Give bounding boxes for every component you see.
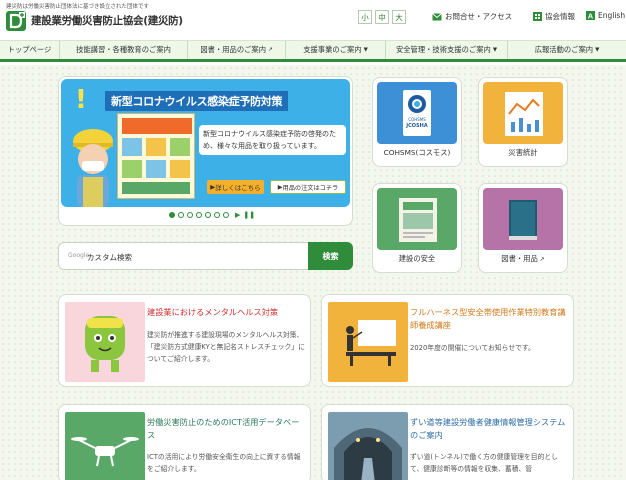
card-tunnel-health[interactable]: ずい道等建設労働者健康情報管理システムのご案内 ずい道(トンネル)で働く方の健康… (321, 404, 574, 480)
slide-title: 新型コロナウイルス感染症予防対策 (105, 91, 289, 111)
card-body: ICTの活用により労働安全衛生の向上に資する情報をご紹介します。 (147, 453, 301, 473)
nav-item-books[interactable]: 図書・用品のご案内 ↗ (188, 41, 286, 59)
english-link-label: English (598, 11, 626, 20)
book-icon (509, 200, 537, 240)
worker-illustration (73, 129, 113, 207)
slider-dot-6[interactable] (214, 212, 220, 218)
slide-text: 新型コロナウイルス感染症予防の啓発のため、様々な用品を取り扱っています。 (199, 125, 346, 155)
nav-item-label: 技能講習・各種教育のご案内 (76, 45, 171, 54)
card-body: 建災防が推進する建設現場のメンタルヘルス対策、「建災防方式健康KYと無記名ストレ… (147, 331, 305, 363)
card-title: フルハーネス型安全帯使用作業特別教育講師養成講座 (410, 307, 566, 330)
association-info-label: 協会情報 (545, 12, 575, 21)
external-link-icon: ↗ (268, 47, 273, 53)
site-logo[interactable] (6, 11, 26, 31)
cohsms-logo-sub: JCOSHA (406, 123, 428, 129)
nav-item-label: トップページ (7, 45, 52, 54)
slide-order-button[interactable]: ▶ 用品の注文はコチラ (270, 180, 346, 194)
building-icon (533, 12, 542, 21)
english-link[interactable]: A English (586, 11, 625, 20)
nav-item-training[interactable]: 技能講習・各種教育のご案内 (60, 41, 188, 59)
slide-covid[interactable]: ! 新型コロナウイルス感染症予防対策 新型コロナウイルス感染症予防の啓発のため、… (61, 79, 350, 207)
slider-dot-3[interactable] (187, 212, 193, 218)
nav-item-label: 支援事業のご案内 (303, 45, 362, 54)
nav-item-support[interactable]: 支援事業のご案内 ▼ (286, 41, 386, 59)
tile-books[interactable]: 図書・用品 ↗ (478, 183, 568, 273)
hero-slider: ! 新型コロナウイルス感染症予防対策 新型コロナウイルス感染症予防の啓発のため、… (58, 76, 353, 226)
slider-pagination: ▶ ❚❚ (169, 211, 255, 219)
language-a-icon: A (586, 11, 595, 20)
exclamation-icon: ! (75, 85, 87, 115)
font-size-switcher: 小 中 大 (358, 10, 406, 24)
books-image (483, 188, 563, 250)
contact-link[interactable]: お問合せ・アクセス (432, 11, 512, 22)
slide-details-button[interactable]: ▶ 詳しくはこちら (207, 180, 264, 194)
tile-label: 建設の安全 (398, 254, 436, 263)
harness-course-image (328, 302, 408, 382)
cohsms-emblem-icon (408, 95, 426, 113)
tunnel-health-image (328, 412, 408, 480)
svg-text:A: A (588, 11, 594, 20)
slider-dot-1[interactable] (169, 212, 175, 218)
cohsms-logo-text: COHSMS (408, 117, 426, 122)
tile-label: 災害統計 (508, 148, 538, 157)
slider-dot-2[interactable] (178, 212, 184, 218)
tile-cohsms[interactable]: COHSMS JCOSHA COHSMS(コスモス) (372, 77, 462, 167)
tunnel-illustration (334, 428, 402, 480)
play-icon[interactable]: ▶ (235, 211, 240, 219)
mail-icon (432, 12, 442, 20)
lecture-illustration (346, 320, 396, 366)
cohsms-image: COHSMS JCOSHA (377, 82, 457, 144)
font-size-medium-button[interactable]: 中 (375, 10, 389, 24)
chevron-down-icon: ▼ (595, 47, 600, 53)
mascot-illustration (85, 316, 125, 372)
custom-search: Google (58, 242, 308, 270)
slide-details-label: 詳しくはこちら (215, 184, 261, 192)
nav-item-label: 広報活動のご案内 (534, 45, 594, 54)
ict-database-image (65, 412, 145, 480)
tile-statistics[interactable]: 災害統計 (478, 77, 568, 167)
tile-label: COHSMS(コスモス) (383, 148, 451, 157)
google-label: Google (68, 252, 90, 259)
chevron-down-icon: ▼ (492, 47, 498, 53)
card-title: 労働災害防止のためのICT活用データベース (147, 417, 300, 440)
mental-health-image (65, 302, 145, 382)
site-name[interactable]: 建設業労働災害防止協会(建災防) (31, 13, 183, 28)
card-title: ずい道等建設労働者健康情報管理システムのご案内 (410, 417, 566, 440)
font-size-small-button[interactable]: 小 (358, 10, 372, 24)
statistics-image (483, 82, 563, 144)
global-nav: トップページ 技能講習・各種教育のご案内 図書・用品のご案内 ↗ 支援事業のご案内… (0, 40, 626, 62)
drone-illustration (71, 437, 139, 467)
slider-dot-4[interactable] (196, 212, 202, 218)
slide-order-label: 用品の注文はコチラ (282, 184, 339, 192)
nav-item-safety[interactable]: 安全管理・技術支援のご案内 ▼ (386, 41, 508, 59)
card-body: ずい道(トンネル)で働く方の健康管理を目的として、健康診断等の情報を収集、蓄積、… (410, 453, 558, 473)
slider-dot-5[interactable] (205, 212, 211, 218)
chart-document-icon (505, 92, 543, 136)
pause-icon[interactable]: ❚❚ (243, 211, 255, 219)
poster-image (117, 113, 195, 199)
nav-item-label: 図書・用品のご案内 (200, 45, 267, 54)
nav-item-label: 安全管理・技術支援のご案内 (395, 45, 491, 54)
chevron-down-icon: ▼ (363, 47, 368, 53)
tile-label: 図書・用品 ↗ (479, 254, 567, 264)
card-harness-course[interactable]: フルハーネス型安全帯使用作業特別教育講師養成講座 2020年度の開催についてお知… (321, 294, 574, 387)
header-note: 建災防は労働災害防止団体法に基づき設立された団体です (6, 4, 150, 10)
slider-dot-7[interactable] (223, 212, 229, 218)
card-body: 2020年度の開催についてお知らせです。 (410, 344, 535, 352)
nav-item-top[interactable]: トップページ (0, 41, 60, 59)
nav-item-pr[interactable]: 広報活動のご案内 ▼ (508, 41, 626, 59)
card-mental-health[interactable]: 建設業におけるメンタルヘルス対策 建災防が推進する建設現場のメンタルヘルス対策、… (58, 294, 311, 387)
search-input[interactable] (87, 248, 297, 266)
tile-construction-safety[interactable]: 建設の安全 (372, 183, 462, 273)
tile-label-text: 図書・用品 (501, 254, 538, 263)
card-ict-database[interactable]: 労働災害防止のためのICT活用データベース ICTの活用により労働安全衛生の向上… (58, 404, 311, 480)
association-info-link[interactable]: 協会情報 (533, 11, 575, 22)
magazine-icon (399, 198, 437, 242)
construction-safety-image (377, 188, 457, 250)
contact-link-label: お問合せ・アクセス (445, 12, 513, 21)
search-button[interactable]: 検索 (308, 242, 353, 270)
font-size-large-button[interactable]: 大 (392, 10, 406, 24)
card-title: 建設業におけるメンタルヘルス対策 (147, 307, 279, 317)
external-link-icon: ↗ (537, 256, 545, 263)
